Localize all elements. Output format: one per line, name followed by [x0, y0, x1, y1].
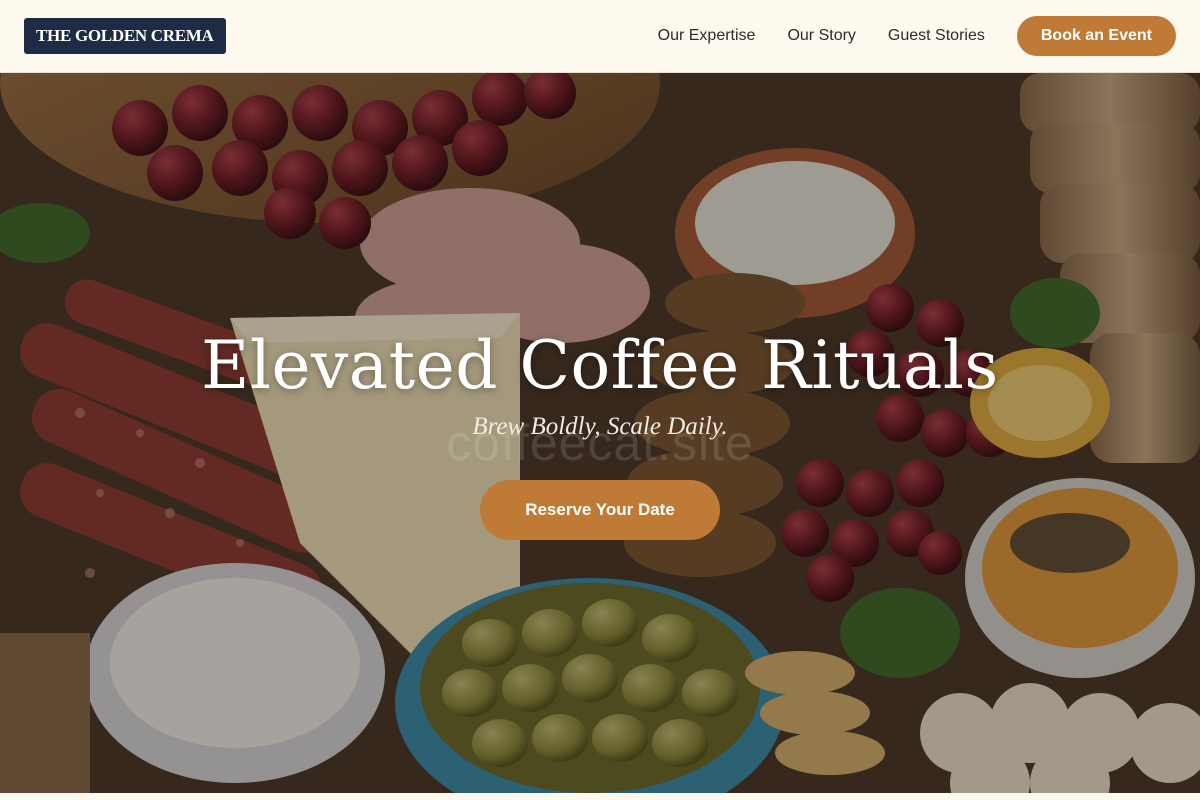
nav-link-our-expertise[interactable]: Our Expertise: [658, 27, 756, 45]
nav-link-guest-stories[interactable]: Guest Stories: [888, 27, 985, 45]
hero-subtitle: Brew Boldly, Scale Daily.: [472, 413, 728, 440]
nav-link-our-story[interactable]: Our Story: [787, 27, 855, 45]
hero-content: Elevated Coffee Rituals coffeecat.site B…: [0, 73, 1200, 793]
hero-subtitle-wrap: coffeecat.site Brew Boldly, Scale Daily.: [300, 410, 900, 468]
site-header: THE GOLDEN CREMA Our Expertise Our Story…: [0, 0, 1200, 73]
hero-section: Elevated Coffee Rituals coffeecat.site B…: [0, 73, 1200, 793]
brand-logo[interactable]: THE GOLDEN CREMA: [24, 18, 226, 54]
book-event-button[interactable]: Book an Event: [1016, 16, 1176, 56]
page-bottom-strip: [0, 793, 1200, 800]
hero-title: Elevated Coffee Rituals: [201, 327, 999, 404]
reserve-date-button[interactable]: Reserve Your Date: [480, 480, 720, 540]
main-nav: Our Expertise Our Story Guest Stories Bo…: [658, 16, 1176, 56]
